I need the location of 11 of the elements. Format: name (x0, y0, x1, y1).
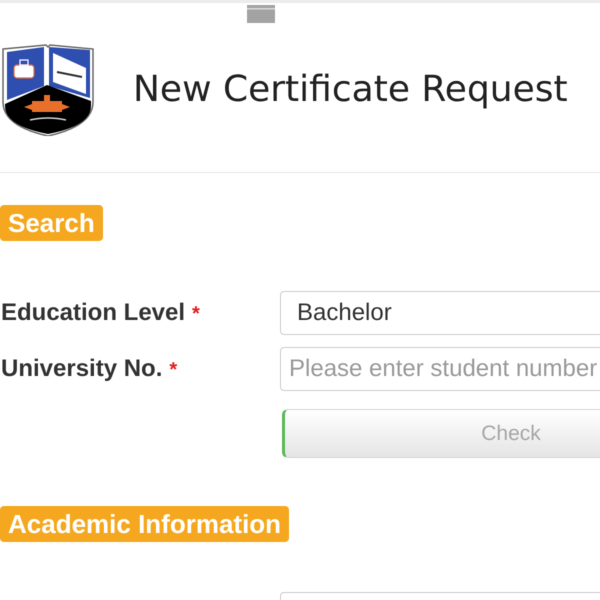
required-mark: * (192, 303, 200, 326)
field-label: University No. (1, 355, 162, 383)
handle-icon[interactable] (247, 5, 275, 23)
dropdown-field[interactable]: Bachelor (280, 291, 600, 335)
shield-icon (2, 44, 94, 136)
page-title: New Certificate Request (133, 68, 568, 112)
required-mark: * (169, 359, 178, 382)
section-heading: Academic Information (0, 506, 290, 542)
field-label: Education Level (1, 299, 186, 327)
section-heading: Search (0, 205, 103, 241)
input-field[interactable]: Please enter student number (280, 347, 600, 391)
